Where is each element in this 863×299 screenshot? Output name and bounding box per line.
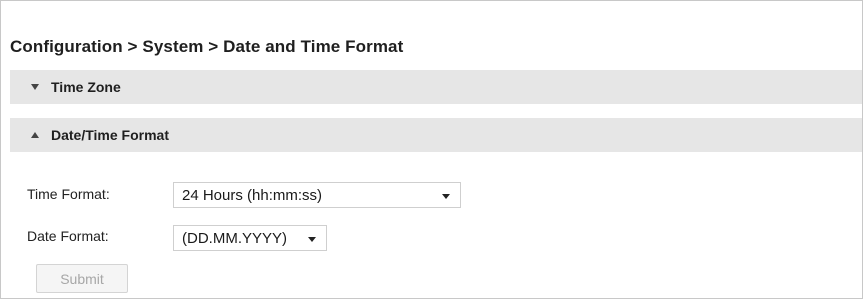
time-format-label: Time Format: — [27, 186, 110, 202]
time-format-value: 24 Hours (hh:mm:ss) — [182, 186, 323, 204]
chevron-down-icon — [308, 237, 316, 242]
date-format-select[interactable]: (DD.MM.YYYY) — [173, 225, 327, 251]
panel-header-time-zone[interactable]: Time Zone — [10, 70, 862, 104]
chevron-down-icon — [442, 194, 450, 199]
panel-label-time-zone: Time Zone — [51, 79, 121, 95]
triangle-down-icon — [31, 84, 39, 90]
time-format-select[interactable]: 24 Hours (hh:mm:ss) — [173, 182, 461, 208]
panel-header-date-time-format[interactable]: Date/Time Format — [10, 118, 862, 152]
triangle-up-icon — [31, 132, 39, 138]
content-frame: Configuration > System > Date and Time F… — [0, 0, 863, 299]
submit-button[interactable]: Submit — [36, 264, 128, 293]
page-title-breadcrumb: Configuration > System > Date and Time F… — [10, 37, 404, 56]
date-format-label: Date Format: — [27, 228, 109, 244]
panel-label-date-time-format: Date/Time Format — [51, 127, 169, 143]
date-format-value: (DD.MM.YYYY) — [182, 229, 287, 247]
